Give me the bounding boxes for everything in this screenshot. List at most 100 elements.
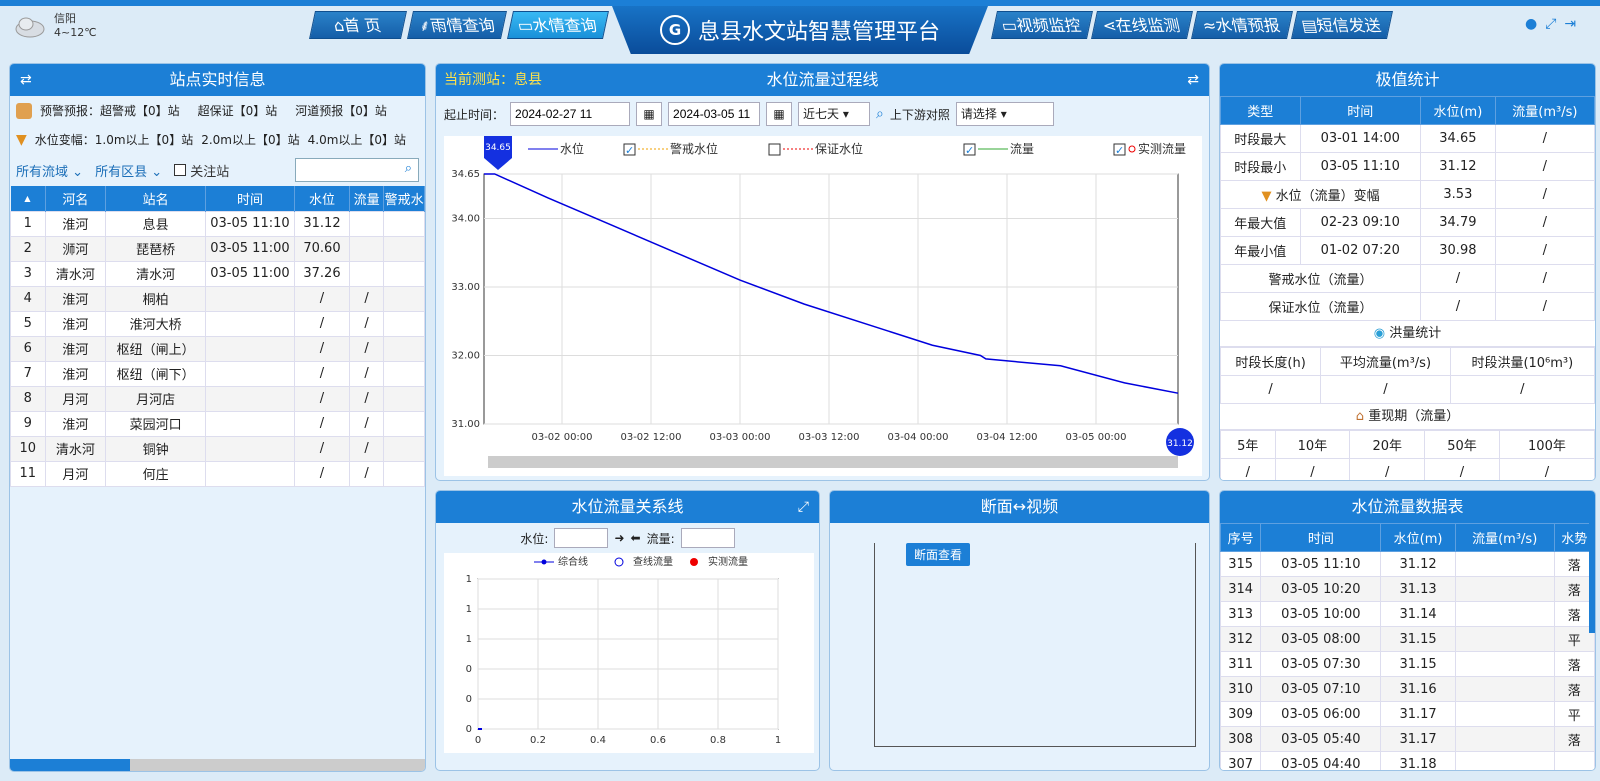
- station-row[interactable]: 4 淮河 桐柏 / /: [10, 285, 425, 312]
- scrollbar-thumb[interactable]: [10, 759, 130, 771]
- warning-over-guarantee[interactable]: 超保证【0】站: [198, 102, 278, 119]
- nav-online[interactable]: ⋖在线监测: [1091, 11, 1193, 39]
- legend-label[interactable]: 综合线: [558, 555, 588, 568]
- extreme-row: 年最小值 01-02 07:20 30.98/: [1220, 236, 1595, 265]
- data-row[interactable]: 309 03-05 06:00 31.17 平: [1220, 701, 1595, 727]
- end-date-input[interactable]: [668, 102, 761, 126]
- y-tick-label: 1: [466, 604, 472, 615]
- basin-filter[interactable]: 所有流域 ⌄: [16, 161, 83, 180]
- station-col-header[interactable]: 流量: [349, 186, 385, 211]
- extreme-cell: 34.65: [1420, 124, 1496, 153]
- station-cell: 淮河大桥: [105, 310, 206, 337]
- change-4m[interactable]: 4.0m以上【0】站: [308, 131, 406, 148]
- expand-icon[interactable]: ⤢: [798, 491, 809, 523]
- station-row[interactable]: 1 淮河 息县 03-05 11:10 31.12: [10, 210, 425, 237]
- chart-zoom-slider[interactable]: [488, 456, 1178, 468]
- data-cell: 落: [1553, 726, 1595, 752]
- station-col-header[interactable]: 水位: [294, 186, 350, 211]
- data-col-header[interactable]: 水位(m): [1380, 523, 1456, 552]
- legend-label[interactable]: 实测流量: [708, 555, 748, 568]
- warning-river-forecast[interactable]: 河道预报【0】站: [295, 102, 387, 119]
- return-value-cell: /: [1274, 458, 1351, 480]
- station-col-header[interactable]: 河名: [45, 186, 107, 211]
- area-filter[interactable]: 所有区县 ⌄: [95, 161, 162, 180]
- swap-icon[interactable]: ⇄: [20, 64, 32, 96]
- legend-label[interactable]: 查线流量: [633, 555, 673, 568]
- process-chart: 水位 ✓ 警戒水位 保证水位 ✓ 流量 ✓ 实测流量 03-02 00:00 03-02 12:…: [444, 136, 1202, 476]
- data-row[interactable]: 308 03-05 05:40 31.17 落: [1220, 726, 1595, 752]
- focus-checkbox[interactable]: 关注站: [174, 161, 229, 180]
- legend-label[interactable]: 流量: [1010, 142, 1034, 156]
- start-date-input[interactable]: [510, 102, 631, 126]
- station-row[interactable]: 6 淮河 枢纽（闸上） / /: [10, 335, 425, 362]
- nav-forecast[interactable]: ≈水情预报: [1191, 11, 1293, 39]
- data-cell: 03-05 10:20: [1260, 576, 1382, 602]
- station-row[interactable]: 2 浉河 琵琶桥 03-05 11:00 70.60: [10, 235, 425, 262]
- data-row[interactable]: 311 03-05 07:30 31.15 落: [1220, 651, 1595, 677]
- extreme-cell: 警戒水位（流量）: [1220, 264, 1422, 293]
- station-row[interactable]: 10 清水河 铜钟 / /: [10, 435, 425, 462]
- station-row[interactable]: 11 月河 何庄 / /: [10, 460, 425, 487]
- section-view-button[interactable]: 断面查看: [906, 543, 971, 566]
- legend-label[interactable]: 警戒水位: [670, 141, 718, 156]
- data-row[interactable]: 310 03-05 07:10 31.16 落: [1220, 676, 1595, 702]
- period-select[interactable]: 近七天 ▾: [798, 102, 871, 126]
- station-cell: [383, 360, 425, 387]
- compare-select[interactable]: 请选择 ▾: [955, 102, 1054, 126]
- logout-icon[interactable]: ⇥: [1564, 16, 1576, 32]
- flood-icon: ◉: [1373, 326, 1386, 341]
- nav-video[interactable]: ▭视频监控: [991, 11, 1093, 39]
- y-tick-label: 31.00: [451, 419, 480, 430]
- data-row[interactable]: 307 03-05 04:40 31.18: [1220, 751, 1595, 770]
- legend-checkbox[interactable]: [768, 143, 781, 156]
- legend-label[interactable]: 实测流量: [1138, 141, 1186, 156]
- station-row[interactable]: 5 淮河 淮河大桥 / /: [10, 310, 425, 337]
- data-col-header[interactable]: 序号: [1220, 523, 1262, 552]
- nav-sms[interactable]: ▤短信发送: [1291, 11, 1393, 39]
- horizontal-scrollbar[interactable]: [10, 759, 425, 771]
- flow-input[interactable]: [680, 528, 735, 548]
- station-col-header[interactable]: ▲: [10, 186, 46, 211]
- data-cell: [1553, 751, 1595, 770]
- nav-rain[interactable]: ⸙雨情查询: [407, 11, 507, 39]
- data-row[interactable]: 314 03-05 10:20 31.13 落: [1220, 576, 1595, 602]
- data-row[interactable]: 312 03-05 08:00 31.15 平: [1220, 626, 1595, 652]
- level-input[interactable]: [554, 528, 609, 548]
- station-row[interactable]: 9 淮河 菜园河口 / /: [10, 410, 425, 437]
- station-cell: 31.12: [294, 210, 350, 237]
- station-col-header[interactable]: 站名: [105, 186, 206, 211]
- calendar-grid-icon[interactable]: ▦: [766, 102, 793, 126]
- station-row[interactable]: 8 月河 月河店 / /: [10, 385, 425, 412]
- nav-home[interactable]: ⌂首 页: [309, 11, 407, 39]
- calendar-grid-icon[interactable]: ▦: [636, 102, 663, 126]
- search-icon[interactable]: ⌕: [876, 106, 884, 122]
- station-search-input[interactable]: ⌕: [295, 158, 419, 182]
- change-2m[interactable]: 2.0m以上【0】站: [201, 131, 299, 148]
- change-1m[interactable]: 水位变幅：1.0m以上【0】站: [35, 131, 193, 148]
- change-row: ▼ 水位变幅：1.0m以上【0】站 2.0m以上【0】站 4.0m以上【0】站: [10, 125, 425, 154]
- data-row[interactable]: 315 03-05 11:10 31.12 落: [1220, 551, 1595, 577]
- vertical-scrollbar[interactable]: [1589, 523, 1595, 633]
- station-cell: 淮河: [44, 360, 107, 387]
- station-col-header[interactable]: 警戒水: [383, 186, 425, 211]
- station-col-header[interactable]: 时间: [205, 186, 296, 211]
- data-col-header[interactable]: 时间: [1260, 523, 1382, 552]
- x-tick-label: 03-03 12:00: [798, 432, 859, 443]
- swap-icon[interactable]: ⇄: [1187, 64, 1199, 96]
- legend-label[interactable]: 保证水位: [815, 141, 863, 156]
- user-icon[interactable]: ●: [1525, 16, 1537, 32]
- process-controls: 起止时间： ▦ ▦ 近七天 ▾ ⌕ 上下游对照 请选择 ▾: [436, 96, 1209, 132]
- legend-label[interactable]: 水位: [560, 141, 584, 156]
- fullscreen-icon[interactable]: ⤢: [1545, 16, 1556, 32]
- nav-water[interactable]: ▭水情查询: [507, 11, 609, 39]
- station-row[interactable]: 3 清水河 清水河 03-05 11:00 37.26: [10, 260, 425, 287]
- data-row[interactable]: 313 03-05 10:00 31.14 落: [1220, 601, 1595, 627]
- extreme-row: 保证水位（流量） / /: [1220, 292, 1595, 321]
- station-cell: 枢纽（闸下）: [105, 360, 206, 387]
- y-tick-label: 0: [466, 724, 472, 735]
- legend-swatch: [1128, 145, 1136, 153]
- data-col-header[interactable]: 流量(m³/s): [1454, 523, 1555, 552]
- warning-over-alert[interactable]: 预警预报：超警戒【0】站: [40, 102, 180, 119]
- station-row[interactable]: 7 淮河 枢纽（闸下） / /: [10, 360, 425, 387]
- data-cell: 落: [1553, 651, 1595, 677]
